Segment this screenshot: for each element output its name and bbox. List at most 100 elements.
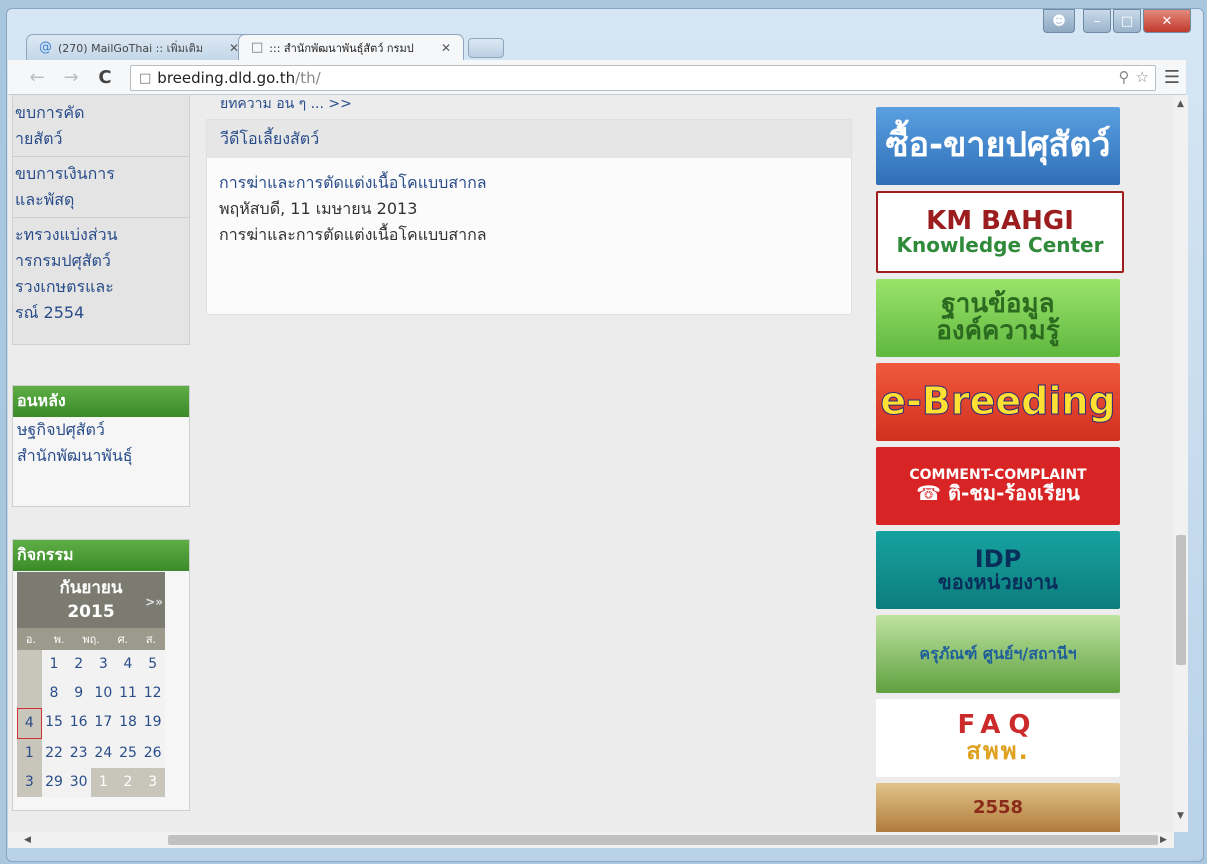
back-icon[interactable]: ←: [24, 67, 50, 88]
address-bar[interactable]: □ breeding.dld.go.th/th/ ⚲ ☆: [130, 65, 1156, 91]
calendar-next-button[interactable]: >»: [145, 590, 163, 614]
activity-calendar-box: กิจกรรม กันยายน 2015 >» อ. พ. พฤ. ศ. ส. …: [12, 539, 190, 811]
more-articles-link[interactable]: ยทความ อน ๆ ... >>: [220, 95, 352, 115]
calendar-day[interactable]: 4: [116, 650, 141, 679]
banner-text: ☎ ติ-ชม-ร้องเรียน: [916, 480, 1080, 505]
calendar-day[interactable]: 3: [17, 768, 42, 797]
km-bahgi-banner[interactable]: KM BAHGI Knowledge Center: [876, 191, 1124, 273]
calendar-day[interactable]: 2: [66, 650, 91, 679]
banner-text: e-Breeding: [880, 379, 1116, 424]
calendar-day[interactable]: 1: [90, 768, 116, 797]
calendar-day[interactable]: 19: [140, 708, 165, 739]
browser-toolbar: ← → C □ breeding.dld.go.th/th/ ⚲ ☆ ☰: [8, 60, 1186, 95]
archive-link[interactable]: สำนักพัฒนาพันธุ์: [13, 443, 189, 469]
scroll-right-icon[interactable]: ▶: [1160, 835, 1167, 845]
zoom-icon[interactable]: ⚲: [1119, 68, 1130, 86]
faq-banner[interactable]: FAQ สพพ.: [876, 699, 1120, 777]
calendar-day[interactable]: [17, 679, 42, 708]
calendar-day[interactable]: 3: [140, 768, 165, 797]
comment-complaint-banner[interactable]: COMMENT-COMPLAINT ☎ ติ-ชม-ร้องเรียน: [876, 447, 1120, 525]
calendar-day[interactable]: 1: [17, 739, 42, 768]
menu-icon[interactable]: ☰: [1164, 67, 1180, 88]
calendar-day[interactable]: [17, 650, 42, 679]
new-tab-button[interactable]: [468, 38, 504, 58]
e-breeding-banner[interactable]: e-Breeding: [876, 363, 1120, 441]
calendar-day[interactable]: 18: [116, 708, 141, 739]
banner-text: ซื้อ-ขายปศุสัตว์: [885, 125, 1111, 166]
page-icon: □: [251, 40, 264, 55]
page-viewport: ขบการคัด ายสัตว์ ขบการเงินการ และพัสดุ ะ…: [8, 95, 1174, 832]
calendar-day[interactable]: 12: [140, 679, 165, 708]
video-panel: วีดีโอเลี้ยงสัตว์ การฆ่าและการตัดแต่งเนื…: [206, 119, 852, 315]
calendar-day[interactable]: 8: [42, 679, 67, 708]
calendar-day[interactable]: 23: [66, 739, 91, 768]
calendar-day[interactable]: 16: [66, 708, 91, 739]
maximize-button[interactable]: □: [1113, 9, 1141, 33]
knowledge-base-banner[interactable]: ฐานข้อมูล องค์ความรู้: [876, 279, 1120, 357]
calendar-day[interactable]: 30: [66, 768, 91, 797]
calendar-day[interactable]: 24: [91, 739, 116, 768]
left-menu-item[interactable]: ขบการเงินการ และพัสดุ: [13, 157, 189, 218]
calendar: กันยายน 2015 >» อ. พ. พฤ. ศ. ส. 12345891…: [17, 572, 165, 797]
article-link[interactable]: การฆ่าและการตัดแต่งเนื้อโคแบบสากล: [219, 170, 839, 196]
board-banner[interactable]: ซื้อ-ขายปศุสัตว์: [876, 107, 1120, 185]
tab-breeding[interactable]: □ ::: สำนักพัฒนาพันธุ์สัตว์ กรมป ✕: [238, 34, 464, 60]
calendar-day[interactable]: 10: [91, 679, 116, 708]
close-icon[interactable]: ✕: [441, 41, 451, 55]
horizontal-scrollbar[interactable]: ◀ ▶: [8, 832, 1174, 848]
calendar-day[interactable]: 22: [42, 739, 67, 768]
banner-text: ฐานข้อมูล: [941, 288, 1055, 319]
banner-text: องค์ความรู้: [936, 316, 1060, 346]
at-icon: @: [39, 40, 52, 55]
banner-text: ของหน่วยงาน: [938, 570, 1058, 595]
left-menu-item[interactable]: ขบการคัด ายสัตว์: [13, 95, 189, 157]
calendar-day[interactable]: 4: [17, 708, 42, 739]
left-menu-line: ายสัตว์: [15, 129, 63, 148]
reload-icon[interactable]: C: [92, 67, 118, 88]
calendar-day[interactable]: 5: [140, 650, 165, 679]
archive-heading: อนหลัง: [13, 386, 189, 417]
calendar-day[interactable]: 1: [42, 650, 67, 679]
scroll-left-icon[interactable]: ◀: [24, 835, 31, 845]
scroll-down-icon[interactable]: ▼: [1177, 811, 1184, 821]
scroll-up-icon[interactable]: ▲: [1177, 99, 1184, 109]
calendar-day[interactable]: 29: [42, 768, 67, 797]
left-menu-line: รวงเกษตรและ: [15, 277, 114, 296]
minimize-button[interactable]: –: [1083, 9, 1111, 33]
vertical-scrollbar[interactable]: ▲ ▼: [1174, 95, 1188, 832]
calendar-day[interactable]: 11: [116, 679, 141, 708]
horizontal-scroll-thumb[interactable]: [168, 835, 1158, 845]
archive-link[interactable]: ษฐกิจปศุสัตว์: [13, 417, 189, 443]
banner-text: IDP: [974, 544, 1022, 573]
weekday: อ.: [25, 633, 36, 646]
forward-icon[interactable]: →: [58, 67, 84, 88]
banner-text: ครุภัณฑ์ ศูนย์ฯ/สถานีฯ: [919, 643, 1077, 663]
banner-text: 2558: [972, 796, 1024, 818]
calendar-day[interactable]: 15: [42, 708, 67, 739]
calendar-grid: 1 2 3 4 5 8 9 10 11 12 4 15 16 17 18 19 1 22 23 24 25 26 3 29 30…: [17, 650, 165, 797]
tab-mailgothai[interactable]: @ (270) MailGoThai :: เพิ่มเติม ✕: [26, 34, 252, 60]
vertical-scroll-thumb[interactable]: [1176, 535, 1186, 665]
calendar-day[interactable]: 3: [91, 650, 116, 679]
calendar-day[interactable]: 2: [115, 768, 141, 797]
calendar-day[interactable]: 9: [66, 679, 91, 708]
phone-icon: ☎: [916, 480, 949, 505]
article-desc: การฆ่าและการตัดแต่งเนื้อโคแบบสากล: [219, 225, 487, 244]
equipment-banner[interactable]: ครุภัณฑ์ ศูนย์ฯ/สถานีฯ: [876, 615, 1120, 693]
page-icon: □: [139, 70, 152, 86]
bookmark-star-icon[interactable]: ☆: [1136, 68, 1149, 86]
weekday: ส.: [145, 633, 157, 646]
calendar-day[interactable]: 26: [140, 739, 165, 768]
banner-column: ซื้อ-ขายปศุสัตว์ KM BAHGI Knowledge Cent…: [876, 107, 1124, 832]
archive-box: อนหลัง ษฐกิจปศุสัตว์ สำนักพัฒนาพันธุ์: [12, 385, 190, 507]
year-banner[interactable]: 2558: [876, 783, 1120, 832]
calendar-day[interactable]: 17: [91, 708, 116, 739]
left-menu-line: รณ์ 2554: [15, 303, 85, 322]
close-window-button[interactable]: ✕: [1143, 9, 1191, 33]
article-date: พฤหัสบดี, 11 เมษายน 2013: [219, 199, 418, 218]
left-menu-item[interactable]: ะทรวงแบ่งส่วน ารกรมปศุสัตว์ รวงเกษตรและ …: [13, 218, 189, 330]
idp-banner[interactable]: IDP ของหน่วยงาน: [876, 531, 1120, 609]
left-menu-line: และพัสดุ: [15, 190, 75, 209]
calendar-day[interactable]: 25: [116, 739, 141, 768]
user-profile-icon[interactable]: ☻: [1043, 9, 1075, 33]
